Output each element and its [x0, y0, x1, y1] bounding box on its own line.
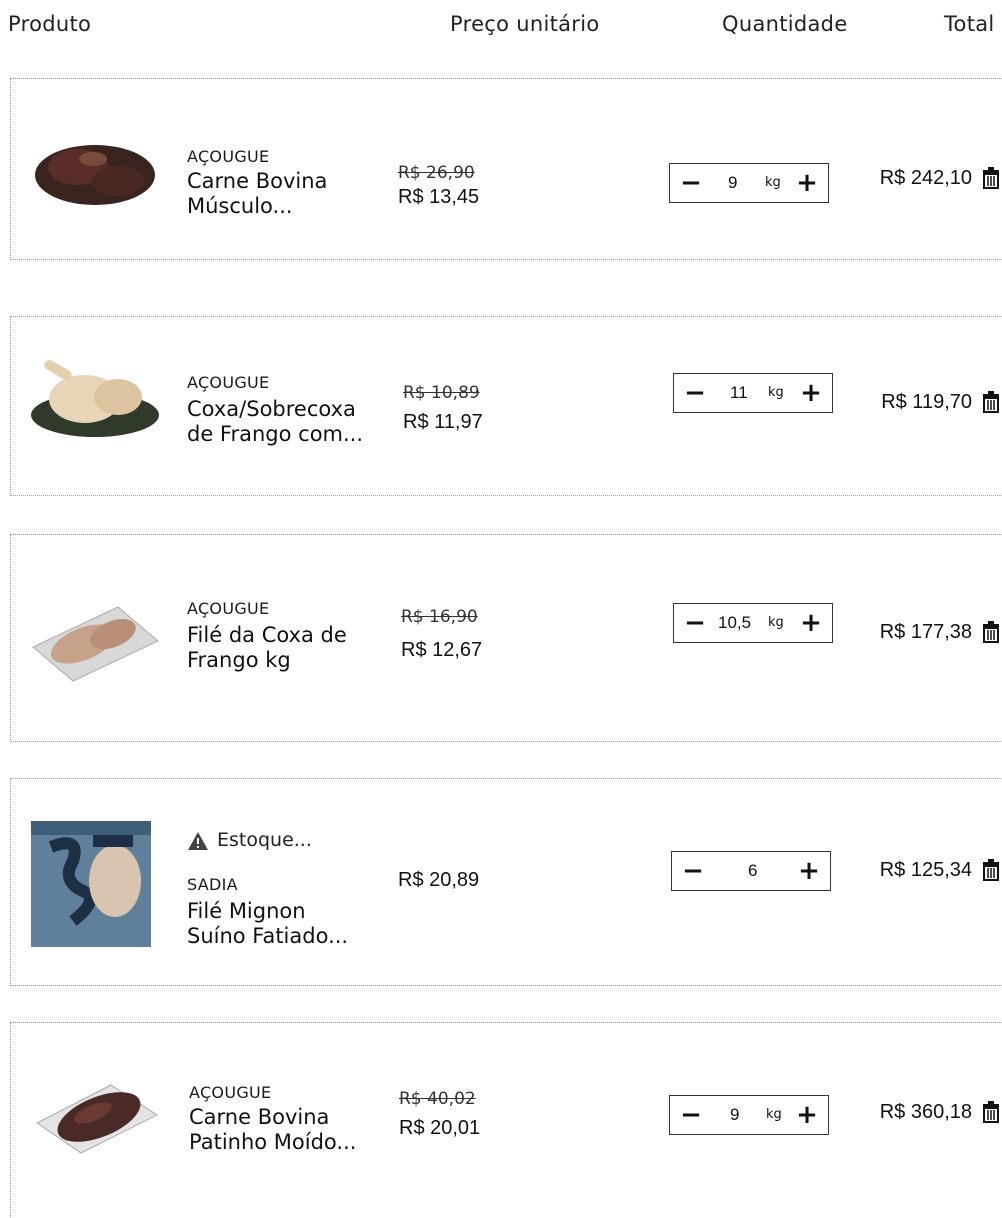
unit-price: R$ 13,45 [398, 186, 480, 208]
cart-item-row: AÇOUGUE Carne Bovina Patinho Moído... R$… [10, 1022, 1002, 1218]
trash-icon[interactable] [980, 167, 1002, 189]
cart-item-row: AÇOUGUE Coxa/Sobrecoxa de Frango com... … [10, 316, 1002, 496]
quantity-unit: kg [768, 385, 784, 400]
decrease-quantity-button[interactable]: − [678, 854, 708, 888]
line-total: R$ 125,34 [879, 859, 972, 881]
product-brand: AÇOUGUE [189, 1083, 272, 1102]
product-name[interactable]: Carne Bovina Músculo... [187, 169, 392, 219]
trash-icon[interactable] [980, 621, 1002, 643]
unit-price: R$ 20,01 [399, 1117, 481, 1139]
column-header-unit-price: Preço unitário [450, 12, 600, 36]
cart-item-row: AÇOUGUE Carne Bovina Músculo... R$ 26,90… [10, 78, 1002, 260]
quantity-value: 10,5 [718, 613, 752, 632]
quantity-stepper: − 9 kg + [669, 1095, 829, 1135]
product-brand: AÇOUGUE [187, 147, 270, 166]
quantity-unit: kg [768, 615, 784, 630]
original-price: R$ 10,89 [403, 383, 480, 403]
chicken-thigh-icon [31, 360, 159, 437]
trash-icon[interactable] [980, 391, 1002, 413]
quantity-value: 6 [748, 861, 758, 880]
beef-shank-icon [35, 145, 155, 205]
column-header-total: Total [944, 12, 995, 36]
quantity-stepper: − 6 + [671, 851, 831, 891]
line-total: R$ 119,70 [881, 391, 972, 413]
original-price: R$ 40,02 [399, 1089, 476, 1109]
column-header-quantity: Quantidade [722, 12, 848, 36]
unit-price: R$ 20,89 [398, 869, 480, 891]
line-total: R$ 177,38 [879, 621, 972, 643]
increase-quantity-button[interactable]: + [794, 854, 824, 888]
trash-icon[interactable] [980, 859, 1002, 881]
original-price: R$ 16,90 [401, 607, 478, 627]
quantity-value: 9 [730, 1105, 740, 1124]
product-brand: SADIA [187, 875, 238, 894]
stock-warning: Estoque... [217, 829, 312, 851]
line-total: R$ 360,18 [879, 1101, 972, 1123]
original-price: R$ 26,90 [398, 163, 475, 183]
product-name[interactable]: Filé Mignon Suíno Fatiado... [187, 899, 392, 949]
unit-price: R$ 12,67 [401, 639, 483, 661]
increase-quantity-button[interactable]: + [796, 376, 826, 410]
unit-price: R$ 11,97 [403, 411, 483, 433]
product-brand: AÇOUGUE [187, 373, 270, 392]
warning-triangle-icon [188, 832, 208, 850]
ground-beef-tray-icon [36, 1084, 159, 1154]
product-brand: AÇOUGUE [187, 599, 270, 618]
quantity-value: 11 [730, 383, 748, 402]
product-name[interactable]: Filé da Coxa de Frango kg [187, 623, 392, 673]
chicken-fillet-tray-icon [32, 606, 159, 682]
cart-item-row: AÇOUGUE Filé da Coxa de Frango kg R$ 16,… [10, 534, 1002, 742]
cart-item-row: Estoque... SADIA Filé Mignon Suíno Fatia… [10, 778, 1002, 986]
product-name[interactable]: Carne Bovina Patinho Moído... [189, 1105, 394, 1155]
quantity-unit: kg [765, 175, 781, 190]
quantity-unit: kg [766, 1107, 782, 1122]
increase-quantity-button[interactable]: + [792, 1098, 822, 1132]
increase-quantity-button[interactable]: + [796, 606, 826, 640]
decrease-quantity-button[interactable]: − [676, 1098, 706, 1132]
quantity-value: 9 [728, 173, 738, 192]
product-name[interactable]: Coxa/Sobrecoxa de Frango com... [187, 397, 392, 447]
increase-quantity-button[interactable]: + [792, 166, 822, 200]
column-header-product: Produto [8, 12, 92, 36]
decrease-quantity-button[interactable]: − [676, 166, 706, 200]
quantity-stepper: − 10,5 kg + [673, 603, 833, 643]
decrease-quantity-button[interactable]: − [680, 606, 710, 640]
decrease-quantity-button[interactable]: − [680, 376, 710, 410]
quantity-stepper: − 9 kg + [669, 163, 829, 203]
quantity-stepper: − 11 kg + [673, 373, 833, 413]
sadia-package-icon [31, 821, 151, 947]
line-total: R$ 242,10 [879, 167, 972, 189]
trash-icon[interactable] [980, 1101, 1002, 1123]
